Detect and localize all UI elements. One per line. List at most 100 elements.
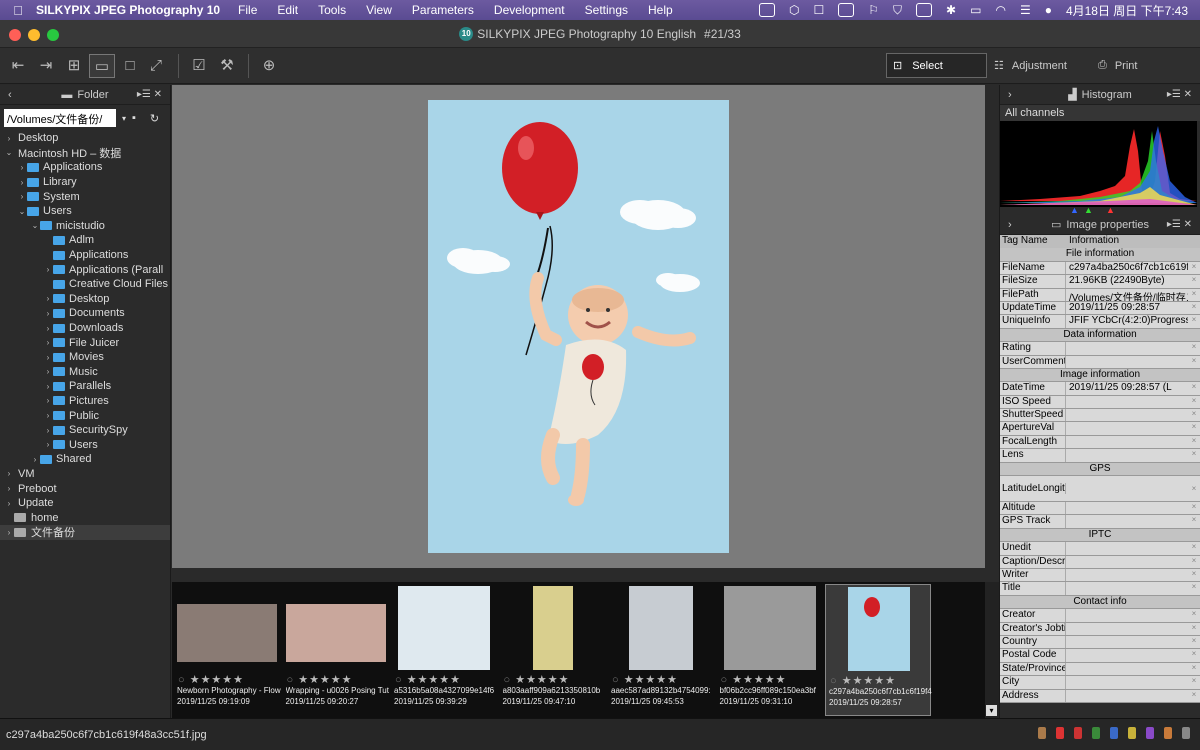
collapse-left-icon[interactable]: ‹ xyxy=(8,89,12,101)
clear-value-icon[interactable]: × xyxy=(1188,315,1200,327)
property-row[interactable]: Creator's Jobti × xyxy=(1000,622,1200,636)
chevron-right-icon[interactable]: › xyxy=(17,178,27,187)
wps-tray-icon[interactable] xyxy=(759,3,776,17)
tree-item[interactable]: › Applications (Parall xyxy=(0,262,170,277)
refresh-icon[interactable]: ↻ xyxy=(150,112,159,125)
tree-item[interactable]: › Downloads xyxy=(0,321,170,336)
property-row[interactable]: FileSize 21.96KB (22490Byte) × xyxy=(1000,275,1200,289)
tree-item[interactable]: › Documents xyxy=(0,306,170,321)
property-row[interactable]: ISO Speed × xyxy=(1000,395,1200,410)
rating-stars[interactable]: ○ ★★★★★ xyxy=(178,673,244,686)
tray-icon[interactable]: ⬡ xyxy=(789,3,799,17)
shield-icon[interactable]: ⛉ xyxy=(893,3,902,18)
clear-value-icon[interactable]: × xyxy=(1188,396,1200,408)
chevron-right-icon[interactable]: › xyxy=(4,499,14,508)
property-row[interactable]: Unedit × xyxy=(1000,542,1200,556)
property-row[interactable]: DateTime 2019/11/25 09:28:57 (L × xyxy=(1000,382,1200,396)
property-row[interactable]: FocalLength × xyxy=(1000,435,1200,450)
bluetooth-icon[interactable]: ✱ xyxy=(946,3,956,17)
chevron-right-icon[interactable]: › xyxy=(4,134,14,143)
chevron-right-icon[interactable]: › xyxy=(17,163,27,172)
tree-item[interactable]: home xyxy=(0,510,170,525)
property-row[interactable]: City × xyxy=(1000,676,1200,690)
menu-file[interactable]: File xyxy=(238,3,257,17)
tree-item[interactable]: › Movies xyxy=(0,350,170,365)
filmstrip-thumbnail[interactable]: ○ ★★★★★ aaec587ad89132b4754099: 2019/11/25… xyxy=(608,584,714,716)
clear-value-icon[interactable]: × xyxy=(1188,382,1200,394)
image-viewer[interactable] xyxy=(172,85,985,568)
clear-value-icon[interactable]: × xyxy=(1188,302,1200,314)
next-image-icon[interactable]: ⇥ xyxy=(33,54,59,78)
property-row[interactable]: Address × xyxy=(1000,689,1200,703)
path-dropdown-icon[interactable]: ▾ xyxy=(122,114,126,123)
rating-stars[interactable]: ○ ★★★★★ xyxy=(721,673,787,686)
apple-logo-icon[interactable]:  xyxy=(0,3,36,18)
clear-value-icon[interactable]: × xyxy=(1188,569,1200,581)
menu-development[interactable]: Development xyxy=(494,3,565,17)
property-row[interactable]: Altitude × xyxy=(1000,502,1200,516)
print-mode-button[interactable]: ⎙ Print xyxy=(1098,53,1137,78)
tree-item[interactable]: › Pictures xyxy=(0,394,170,409)
property-row[interactable]: ApertureVal × xyxy=(1000,422,1200,436)
clear-value-icon[interactable]: × xyxy=(1188,409,1200,421)
chevron-right-icon[interactable]: › xyxy=(43,265,53,274)
menu-view[interactable]: View xyxy=(366,3,392,17)
filmstrip-thumbnail[interactable]: ○ ★★★★★ Newborn Photography - Flow 2019/11… xyxy=(174,584,281,716)
filmstrip-thumbnail[interactable]: ○ ★★★★★ c297a4ba250c6f7cb1c6f19f4 2019/11/… xyxy=(825,584,932,716)
scroll-down-icon[interactable]: ▾ xyxy=(986,705,997,716)
property-row[interactable]: Postal Code × xyxy=(1000,649,1200,663)
prev-image-icon[interactable]: ⇤ xyxy=(5,54,31,78)
chevron-right-icon[interactable]: › xyxy=(4,469,14,478)
label-green-icon[interactable] xyxy=(1092,727,1100,739)
tree-item[interactable]: ⌄ Macintosh HD – 数据 xyxy=(0,146,170,161)
expand-icon[interactable]: › xyxy=(1008,89,1012,101)
property-row[interactable]: Creator × xyxy=(1000,609,1200,623)
property-row[interactable]: Country × xyxy=(1000,635,1200,650)
control-center-icon[interactable]: ☰ xyxy=(1020,3,1031,17)
tag-icon[interactable] xyxy=(1038,727,1046,739)
filmstrip-scrollbar[interactable]: ▾ xyxy=(985,582,999,718)
tree-item[interactable]: Creative Cloud Files xyxy=(0,277,170,292)
chevron-right-icon[interactable]: › xyxy=(4,528,14,537)
property-row[interactable]: FileName c297a4ba250c6f7cb1c619f × xyxy=(1000,261,1200,276)
tree-item[interactable]: › Library xyxy=(0,175,170,190)
chevron-down-icon[interactable]: ⌄ xyxy=(17,207,27,216)
zoom-icon[interactable]: ⊕ xyxy=(256,54,282,78)
tray-icon[interactable] xyxy=(916,3,933,17)
tray-icon[interactable]: ☐ xyxy=(814,3,825,17)
chevron-right-icon[interactable]: › xyxy=(43,338,53,347)
adjustment-mode-button[interactable]: ☷ Adjustment xyxy=(994,53,1067,78)
property-row[interactable]: UserComment × xyxy=(1000,355,1200,369)
chevron-right-icon[interactable]: › xyxy=(43,382,53,391)
clear-value-icon[interactable]: × xyxy=(1188,515,1200,527)
siri-icon[interactable]: ● xyxy=(1045,3,1052,17)
clear-value-icon[interactable]: × xyxy=(1188,582,1200,594)
tree-item[interactable]: Applications xyxy=(0,248,170,263)
tree-item[interactable]: › Public xyxy=(0,408,170,423)
tree-item[interactable]: › File Juicer xyxy=(0,335,170,350)
property-row[interactable]: UpdateTime 2019/11/25 09:28:57 × xyxy=(1000,301,1200,316)
menu-parameters[interactable]: Parameters xyxy=(412,3,474,17)
clear-value-icon[interactable]: × xyxy=(1188,436,1200,448)
tree-item[interactable]: › 文件备份 xyxy=(0,525,170,540)
tree-item[interactable]: › Preboot xyxy=(0,481,170,496)
property-row[interactable]: State/Province × xyxy=(1000,662,1200,677)
property-row[interactable]: ShutterSpeed × xyxy=(1000,409,1200,423)
rating-stars[interactable]: ○ ★★★★★ xyxy=(504,673,570,686)
clear-value-icon[interactable]: × xyxy=(1188,542,1200,554)
property-row[interactable]: FilePath/Volumes/文件备份/临时存ス × xyxy=(1000,288,1200,302)
clear-value-icon[interactable]: × xyxy=(1188,342,1200,354)
chevron-right-icon[interactable]: › xyxy=(43,426,53,435)
tree-item[interactable]: › Desktop xyxy=(0,131,170,146)
label-purple-icon[interactable] xyxy=(1146,727,1154,739)
rating-stars[interactable]: ○ ★★★★★ xyxy=(612,673,678,686)
wifi-icon[interactable]: ◠ xyxy=(995,3,1005,17)
tree-item[interactable]: › Update xyxy=(0,496,170,511)
chevron-down-icon[interactable]: ⌄ xyxy=(30,221,40,230)
property-row[interactable]: UniqueInfo JFIF YCbCr(4:2:0)Progressiv × xyxy=(1000,315,1200,329)
hammer-icon[interactable]: ⚒ xyxy=(214,54,240,78)
check-icon[interactable]: ☑ xyxy=(186,54,212,78)
clear-value-icon[interactable]: × xyxy=(1188,484,1200,493)
fullscreen-icon[interactable]: ⤢ xyxy=(143,54,169,78)
folder-action-icon[interactable]: ▪ xyxy=(132,112,136,124)
